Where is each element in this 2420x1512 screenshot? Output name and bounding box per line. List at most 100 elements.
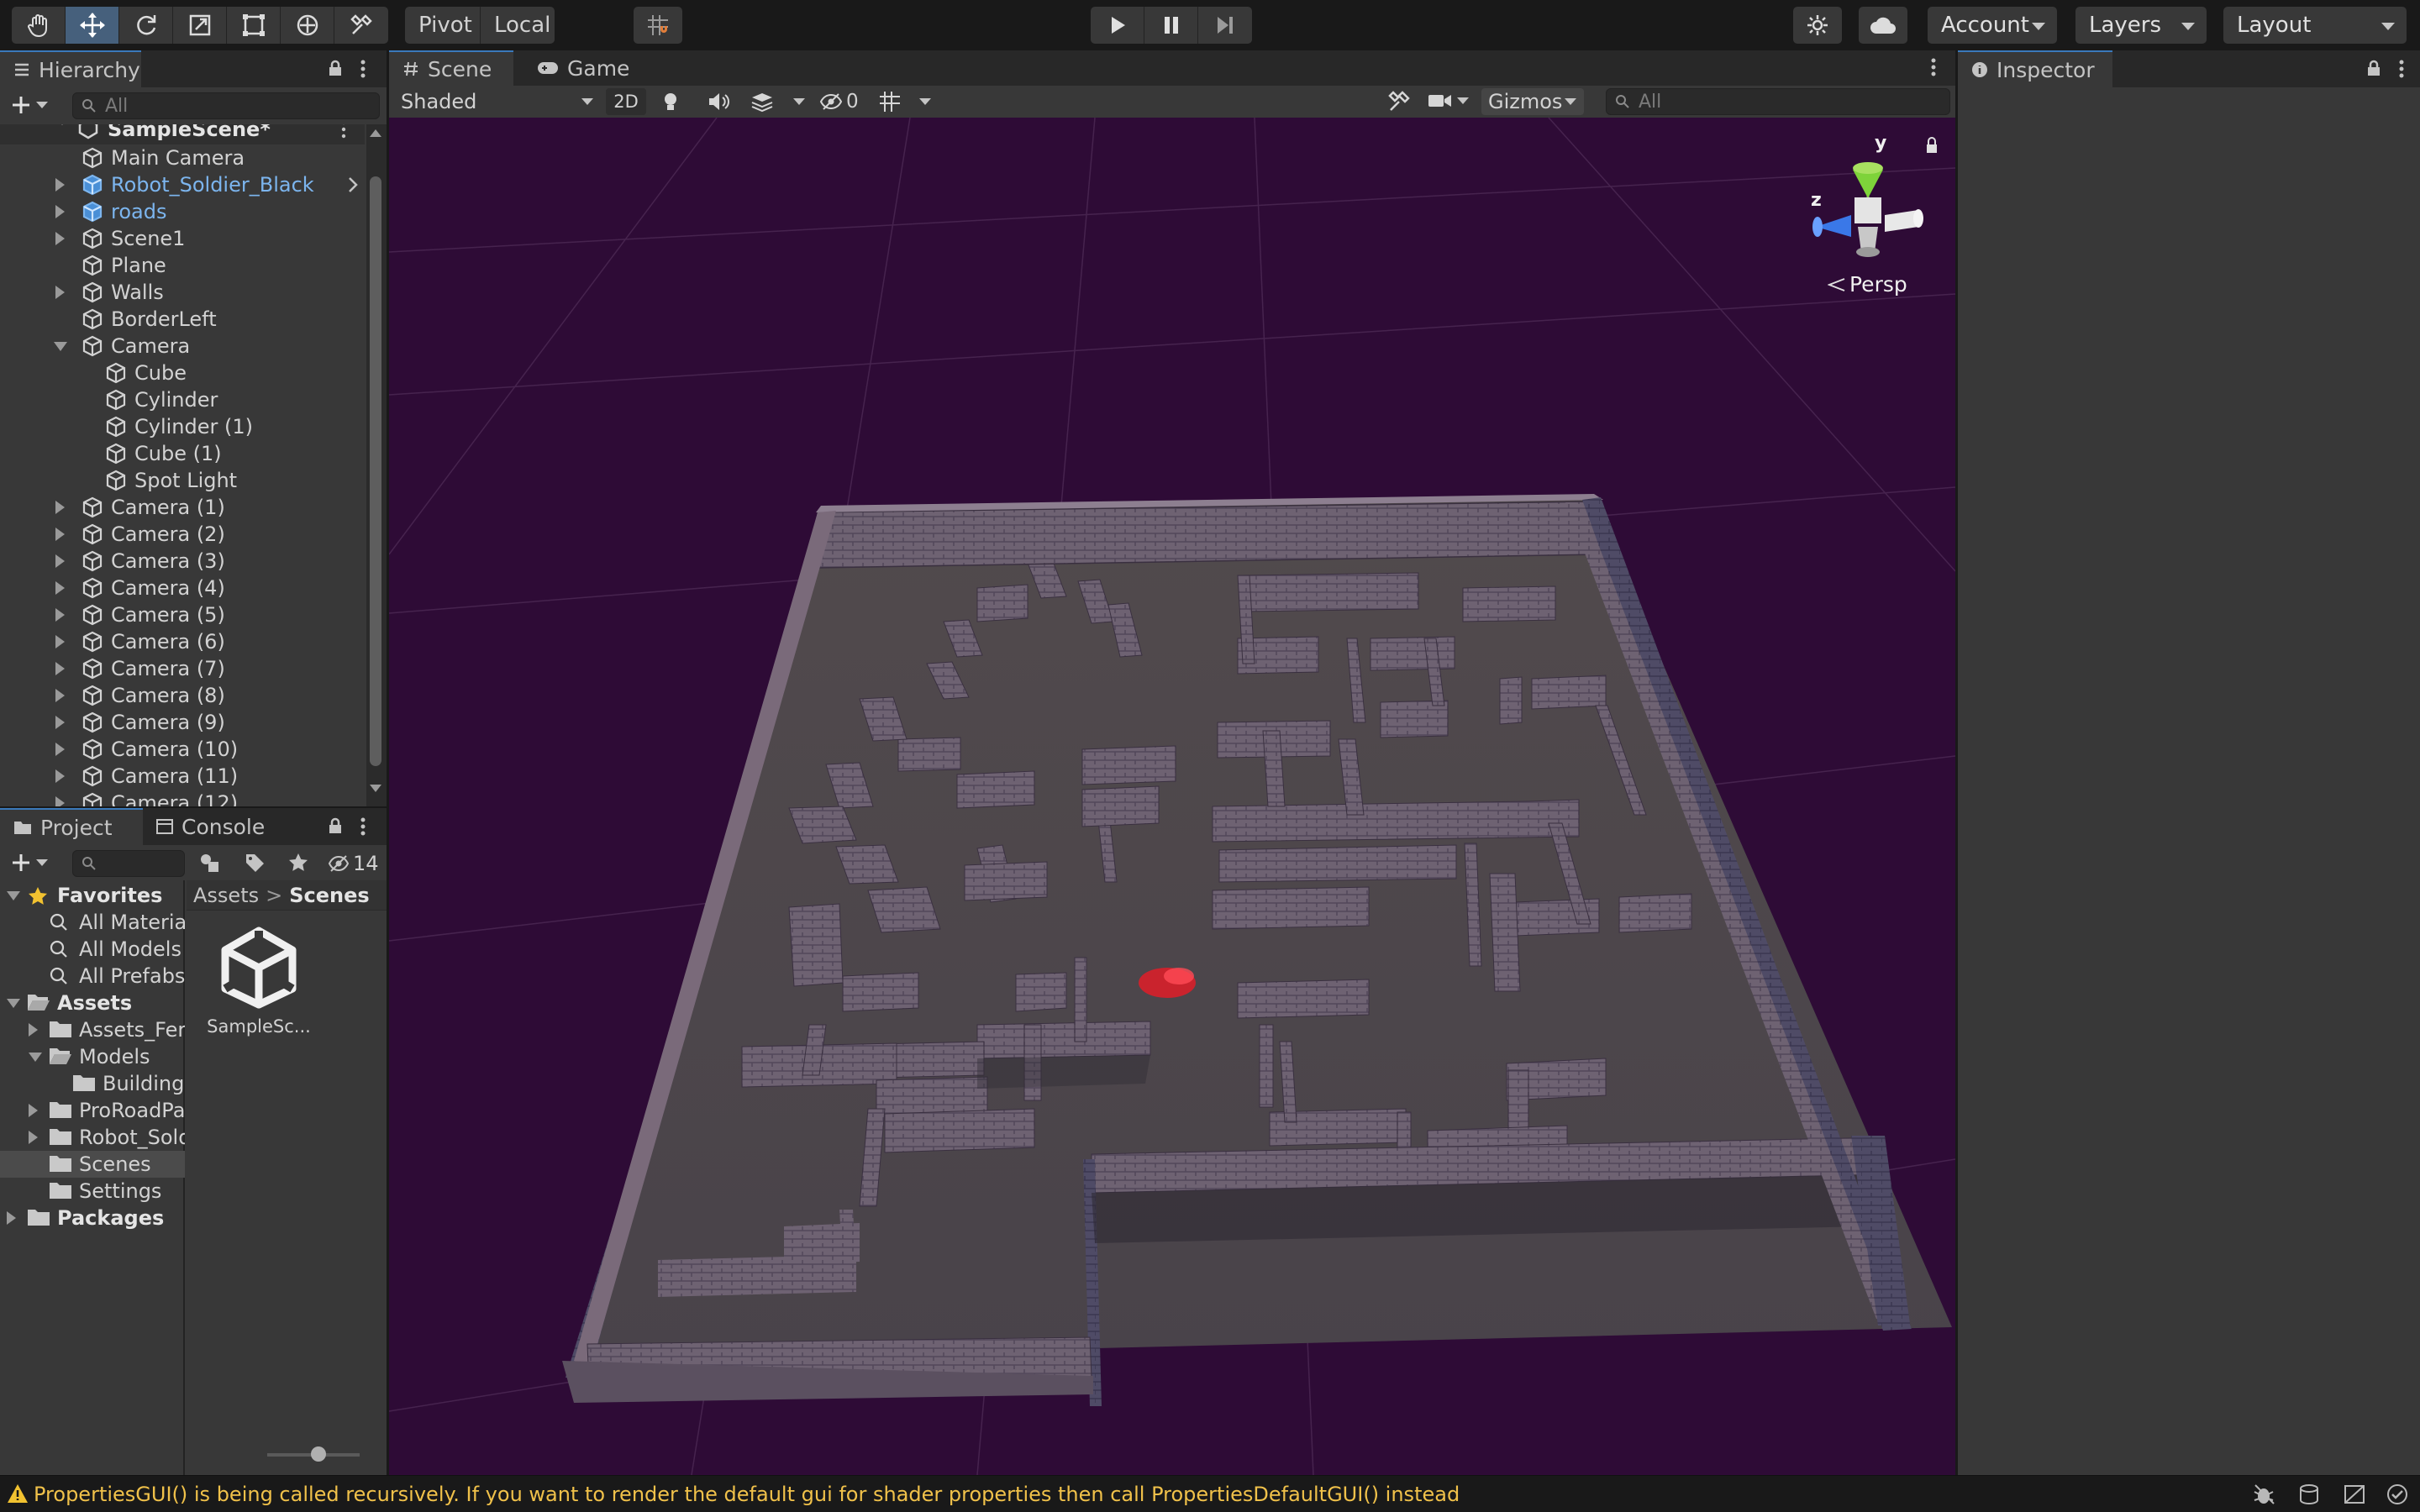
hierarchy-item[interactable]: Cube xyxy=(0,360,365,386)
tab-game[interactable]: Game xyxy=(523,50,633,86)
fold-closed-icon[interactable] xyxy=(29,1104,38,1117)
fold-closed-icon[interactable] xyxy=(29,1023,38,1037)
project-tree-item[interactable]: Robot_Sold xyxy=(0,1124,185,1151)
hierarchy-item[interactable]: Cube (1) xyxy=(0,440,365,467)
chevron-down-icon[interactable] xyxy=(918,97,932,106)
tools-icon[interactable] xyxy=(1387,90,1411,113)
tab-project[interactable]: Project xyxy=(0,808,143,845)
hierarchy-item[interactable]: Camera (5) xyxy=(0,601,365,628)
hierarchy-item[interactable]: Cylinder xyxy=(0,386,365,413)
scroll-down-icon[interactable] xyxy=(370,785,381,792)
custom-tool-icon[interactable] xyxy=(334,7,388,44)
play-button[interactable] xyxy=(1091,7,1144,44)
audio-toggle-icon[interactable] xyxy=(707,91,730,113)
fold-closed-icon[interactable] xyxy=(55,608,65,622)
search-by-type-icon[interactable] xyxy=(198,852,220,874)
hand-tool-icon[interactable] xyxy=(12,7,66,44)
fold-closed-icon[interactable] xyxy=(55,286,65,299)
hierarchy-item[interactable]: Walls xyxy=(0,279,365,306)
rotate-tool-icon[interactable] xyxy=(119,7,173,44)
scene-asset-thumbnail[interactable] xyxy=(217,926,301,1010)
project-tree-item[interactable]: Scenes xyxy=(0,1151,185,1178)
fold-closed-icon[interactable] xyxy=(29,1131,38,1144)
toggle-2d-button[interactable]: 2D xyxy=(606,88,646,115)
hierarchy-item[interactable]: Robot_Soldier_Black xyxy=(0,171,365,198)
create-button[interactable] xyxy=(10,94,49,116)
fold-closed-icon[interactable] xyxy=(55,232,65,245)
icon-size-slider-thumb[interactable] xyxy=(311,1446,326,1462)
hierarchy-item[interactable]: Main Camera xyxy=(0,144,365,171)
fold-closed-icon[interactable] xyxy=(55,635,65,648)
transform-tool-icon[interactable] xyxy=(281,7,334,44)
fold-closed-icon[interactable] xyxy=(55,769,65,783)
breadcrumb-root[interactable]: Assets xyxy=(193,884,259,907)
project-tree-item[interactable]: All Models xyxy=(0,936,185,963)
orientation-gizmo[interactable] xyxy=(1812,162,1923,257)
debug-icon[interactable] xyxy=(2252,1483,2275,1505)
hierarchy-item[interactable]: roads xyxy=(0,198,365,225)
tab-hierarchy[interactable]: Hierarchy xyxy=(0,50,141,87)
star-icon[interactable] xyxy=(287,852,309,874)
hierarchy-item[interactable]: Scene1 xyxy=(0,225,365,252)
project-search-input[interactable] xyxy=(72,850,185,877)
hierarchy-item[interactable]: Camera (1) xyxy=(0,494,365,521)
hierarchy-item[interactable]: Camera (10) xyxy=(0,736,365,763)
account-dropdown[interactable]: Account xyxy=(1928,7,2057,44)
hierarchy-item[interactable]: Camera (7) xyxy=(0,655,365,682)
project-tree-item[interactable]: ProRoadPa xyxy=(0,1097,185,1124)
project-tree-item[interactable]: Assets xyxy=(0,990,185,1016)
grid-snap-button[interactable] xyxy=(634,7,682,44)
effects-toggle-icon[interactable] xyxy=(750,91,774,113)
project-tree-item[interactable]: All Materia xyxy=(0,909,185,936)
shading-mode-dropdown[interactable]: Shaded xyxy=(394,88,599,115)
scrollbar-thumb[interactable] xyxy=(370,176,381,766)
hierarchy-item[interactable]: Camera (8) xyxy=(0,682,365,709)
fold-closed-icon[interactable] xyxy=(55,743,65,756)
gizmos-dropdown[interactable]: Gizmos xyxy=(1481,88,1584,115)
more-options-icon[interactable] xyxy=(2396,59,2407,79)
hierarchy-item[interactable]: Cylinder (1) xyxy=(0,413,365,440)
layout-dropdown[interactable]: Layout xyxy=(2223,7,2407,44)
hierarchy-item[interactable]: Spot Light xyxy=(0,467,365,494)
fold-closed-icon[interactable] xyxy=(55,796,65,806)
camera-settings-button[interactable] xyxy=(1428,92,1470,110)
step-button[interactable] xyxy=(1198,7,1252,44)
hierarchy-item[interactable]: Plane xyxy=(0,252,365,279)
create-asset-button[interactable] xyxy=(10,852,49,874)
fold-closed-icon[interactable] xyxy=(55,716,65,729)
lock-icon[interactable] xyxy=(2365,59,2383,77)
fold-open-icon[interactable] xyxy=(7,999,20,1008)
project-tree-item[interactable]: All Prefabs xyxy=(0,963,185,990)
hidden-objects-toggle[interactable]: 0 xyxy=(819,88,859,115)
tab-scene[interactable]: Scene xyxy=(389,50,513,86)
fold-closed-icon[interactable] xyxy=(55,662,65,675)
cache-icon[interactable] xyxy=(2297,1483,2321,1505)
hierarchy-search-input[interactable]: All xyxy=(72,92,380,119)
grid-toggle-icon[interactable] xyxy=(878,90,903,113)
fold-open-icon[interactable] xyxy=(54,342,67,351)
project-tree-item[interactable]: Packages xyxy=(0,1205,185,1231)
fold-closed-icon[interactable] xyxy=(55,205,65,218)
hierarchy-item[interactable]: Camera (9) xyxy=(0,709,365,736)
hierarchy-scrollbar[interactable] xyxy=(366,124,387,806)
project-tree-item[interactable]: Settings xyxy=(0,1178,185,1205)
fold-open-icon[interactable] xyxy=(29,1053,42,1062)
cloud-button[interactable] xyxy=(1859,7,1907,44)
fold-closed-icon[interactable] xyxy=(55,501,65,514)
lock-icon[interactable] xyxy=(326,816,345,835)
hierarchy-item[interactable]: Camera xyxy=(0,333,365,360)
fold-closed-icon[interactable] xyxy=(55,554,65,568)
scroll-up-icon[interactable] xyxy=(370,129,381,137)
fold-closed-icon[interactable] xyxy=(55,581,65,595)
pivot-toggle[interactable]: Pivot xyxy=(405,7,481,44)
hierarchy-item[interactable]: Camera (3) xyxy=(0,548,365,575)
search-by-label-icon[interactable] xyxy=(244,852,266,874)
hierarchy-item[interactable]: BorderLeft xyxy=(0,306,365,333)
project-tree-item[interactable]: Building xyxy=(0,1070,185,1097)
tab-inspector[interactable]: Inspector xyxy=(1958,50,2112,87)
lighting-toggle-icon[interactable] xyxy=(660,91,681,113)
hierarchy-item[interactable]: Camera (11) xyxy=(0,763,365,790)
project-tree-item[interactable]: Favorites xyxy=(0,882,185,909)
project-tree-item[interactable]: Models xyxy=(0,1043,185,1070)
more-options-icon[interactable] xyxy=(358,816,368,837)
